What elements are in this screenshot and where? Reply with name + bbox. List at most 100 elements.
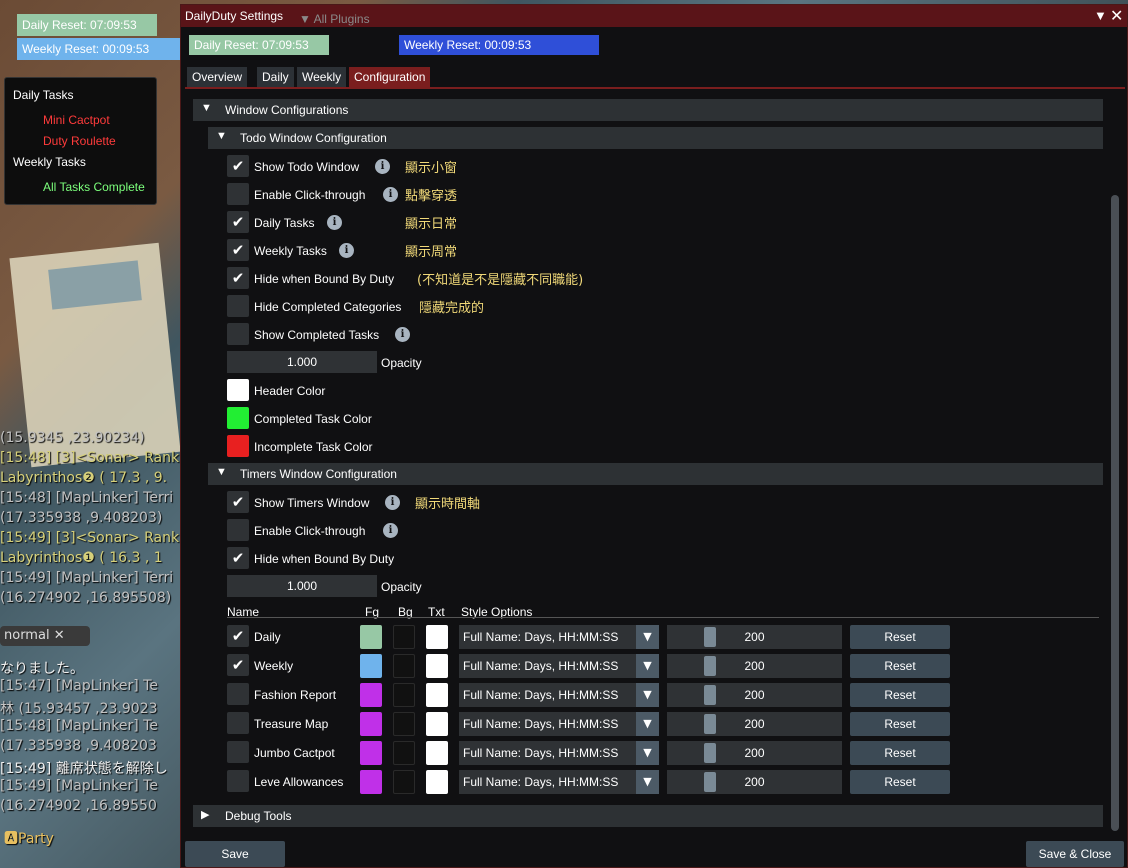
timers-opacity-input[interactable]: 1.000 <box>227 575 377 597</box>
option-label: Daily Tasks <box>254 216 315 230</box>
timer-enable-checkbox[interactable]: ✔ <box>227 625 249 647</box>
color-swatch[interactable] <box>227 407 249 429</box>
tab-underline <box>185 87 1125 89</box>
bg-color-swatch[interactable] <box>393 770 415 794</box>
option-checkbox[interactable]: ✔ <box>227 155 249 177</box>
info-icon[interactable]: i <box>383 523 398 538</box>
width-slider[interactable]: 200 <box>667 683 842 707</box>
fg-color-swatch[interactable] <box>360 741 382 765</box>
todo-opacity-input[interactable]: 1.000 <box>227 351 377 373</box>
style-dropdown[interactable]: Full Name: Days, HH:MM:SS <box>459 770 659 794</box>
reset-button[interactable]: Reset <box>850 741 950 765</box>
table-row: Jumbo Cactpot Full Name: Days, HH:MM:SS ▼ 2… <box>227 741 1107 765</box>
collapse-arrow-icon: ▼ <box>216 130 227 142</box>
save-close-button[interactable]: Save & Close <box>1026 841 1124 867</box>
style-dropdown[interactable]: Full Name: Days, HH:MM:SS <box>459 625 659 649</box>
bg-color-swatch[interactable] <box>393 654 415 678</box>
overlay-daily-reset: Daily Reset: 07:09:53 <box>17 14 157 36</box>
timer-enable-checkbox[interactable] <box>227 712 249 734</box>
title-bar[interactable]: DailyDuty Settings ▼ All Plugins ▼ ✕ <box>181 5 1127 27</box>
text-color-swatch[interactable] <box>426 625 448 649</box>
bg-color-swatch[interactable] <box>393 712 415 736</box>
chevron-down-icon[interactable]: ▼ <box>636 741 659 765</box>
todo-item: Mini Cactpot <box>43 113 110 127</box>
chat-line: [15:48] [MapLinker] Te <box>0 718 158 734</box>
timer-enable-checkbox[interactable] <box>227 741 249 763</box>
style-dropdown[interactable]: Full Name: Days, HH:MM:SS <box>459 654 659 678</box>
fg-color-swatch[interactable] <box>360 683 382 707</box>
width-slider[interactable]: 200 <box>667 625 842 649</box>
table-row: ✔ Weekly Full Name: Days, HH:MM:SS ▼ 200 Rese… <box>227 654 1107 678</box>
tab-weekly[interactable]: Weekly <box>297 67 347 87</box>
text-color-swatch[interactable] <box>426 683 448 707</box>
info-icon[interactable]: i <box>383 187 398 202</box>
width-slider[interactable]: 200 <box>667 712 842 736</box>
reset-button[interactable]: Reset <box>850 712 950 736</box>
chat-tab-normal[interactable]: normal ✕ <box>0 626 90 646</box>
info-icon[interactable]: i <box>375 159 390 174</box>
section-todo-window[interactable]: ▼ Todo Window Configuration <box>208 127 1103 149</box>
chevron-down-icon[interactable]: ▼ <box>636 625 659 649</box>
style-dropdown[interactable]: Full Name: Days, HH:MM:SS <box>459 712 659 736</box>
reset-button[interactable]: Reset <box>850 770 950 794</box>
chevron-down-icon[interactable]: ▼ <box>636 654 659 678</box>
bg-color-swatch[interactable] <box>393 741 415 765</box>
info-icon[interactable]: i <box>327 215 342 230</box>
color-swatch[interactable] <box>227 435 249 457</box>
fg-color-swatch[interactable] <box>360 712 382 736</box>
collapse-icon[interactable]: ▼ <box>1094 8 1107 23</box>
option-checkbox[interactable]: ✔ <box>227 491 249 513</box>
chevron-down-icon[interactable]: ▼ <box>636 770 659 794</box>
fg-color-swatch[interactable] <box>360 770 382 794</box>
option-checkbox[interactable]: ✔ <box>227 267 249 289</box>
chevron-down-icon[interactable]: ▼ <box>636 683 659 707</box>
collapse-arrow-icon: ▼ <box>216 466 227 478</box>
option-checkbox[interactable]: ✔ <box>227 547 249 569</box>
chat-line: (17.335938 ,9.408203 <box>0 738 157 754</box>
option-checkbox[interactable]: ✔ <box>227 211 249 233</box>
slider-value: 200 <box>744 659 765 673</box>
bg-color-swatch[interactable] <box>393 625 415 649</box>
chevron-down-icon[interactable]: ▼ <box>636 712 659 736</box>
save-button[interactable]: Save <box>185 841 285 867</box>
fg-color-swatch[interactable] <box>360 654 382 678</box>
tab-configuration[interactable]: Configuration <box>349 67 431 87</box>
tab-daily[interactable]: Daily <box>257 67 294 87</box>
section-window-configurations[interactable]: ▼ Window Configurations <box>193 99 1103 121</box>
reset-button[interactable]: Reset <box>850 683 950 707</box>
scrollbar-thumb[interactable] <box>1111 195 1119 831</box>
text-color-swatch[interactable] <box>426 741 448 765</box>
option-checkbox[interactable] <box>227 295 249 317</box>
section-debug-tools[interactable]: ▶ Debug Tools <box>193 805 1103 827</box>
timer-enable-checkbox[interactable] <box>227 770 249 792</box>
width-slider[interactable]: 200 <box>667 654 842 678</box>
info-icon[interactable]: i <box>395 327 410 342</box>
close-icon[interactable]: ✕ <box>1110 6 1123 26</box>
option-checkbox[interactable]: ✔ <box>227 239 249 261</box>
text-color-swatch[interactable] <box>426 654 448 678</box>
style-dropdown[interactable]: Full Name: Days, HH:MM:SS <box>459 683 659 707</box>
annotation-note: (不知道是不是隱藏不同職能) <box>417 273 584 288</box>
info-icon[interactable]: i <box>339 243 354 258</box>
timer-enable-checkbox[interactable] <box>227 683 249 705</box>
width-slider[interactable]: 200 <box>667 741 842 765</box>
style-dropdown[interactable]: Full Name: Days, HH:MM:SS <box>459 741 659 765</box>
text-color-swatch[interactable] <box>426 770 448 794</box>
section-timers-window[interactable]: ▼ Timers Window Configuration <box>208 463 1103 485</box>
text-color-swatch[interactable] <box>426 712 448 736</box>
option-checkbox[interactable] <box>227 183 249 205</box>
fg-color-swatch[interactable] <box>360 625 382 649</box>
color-swatch[interactable] <box>227 379 249 401</box>
overlay-weekly-reset: Weekly Reset: 00:09:53 <box>17 38 180 60</box>
reset-button[interactable]: Reset <box>850 654 950 678</box>
tab-overview[interactable]: Overview <box>187 67 248 87</box>
annotation-note: 顯示時間軸 <box>415 497 481 512</box>
bg-color-swatch[interactable] <box>393 683 415 707</box>
info-icon[interactable]: i <box>385 495 400 510</box>
reset-button[interactable]: Reset <box>850 625 950 649</box>
option-checkbox[interactable] <box>227 323 249 345</box>
chat-line: (16.274902 ,16.895508) <box>0 590 172 606</box>
option-checkbox[interactable] <box>227 519 249 541</box>
timer-enable-checkbox[interactable]: ✔ <box>227 654 249 676</box>
width-slider[interactable]: 200 <box>667 770 842 794</box>
